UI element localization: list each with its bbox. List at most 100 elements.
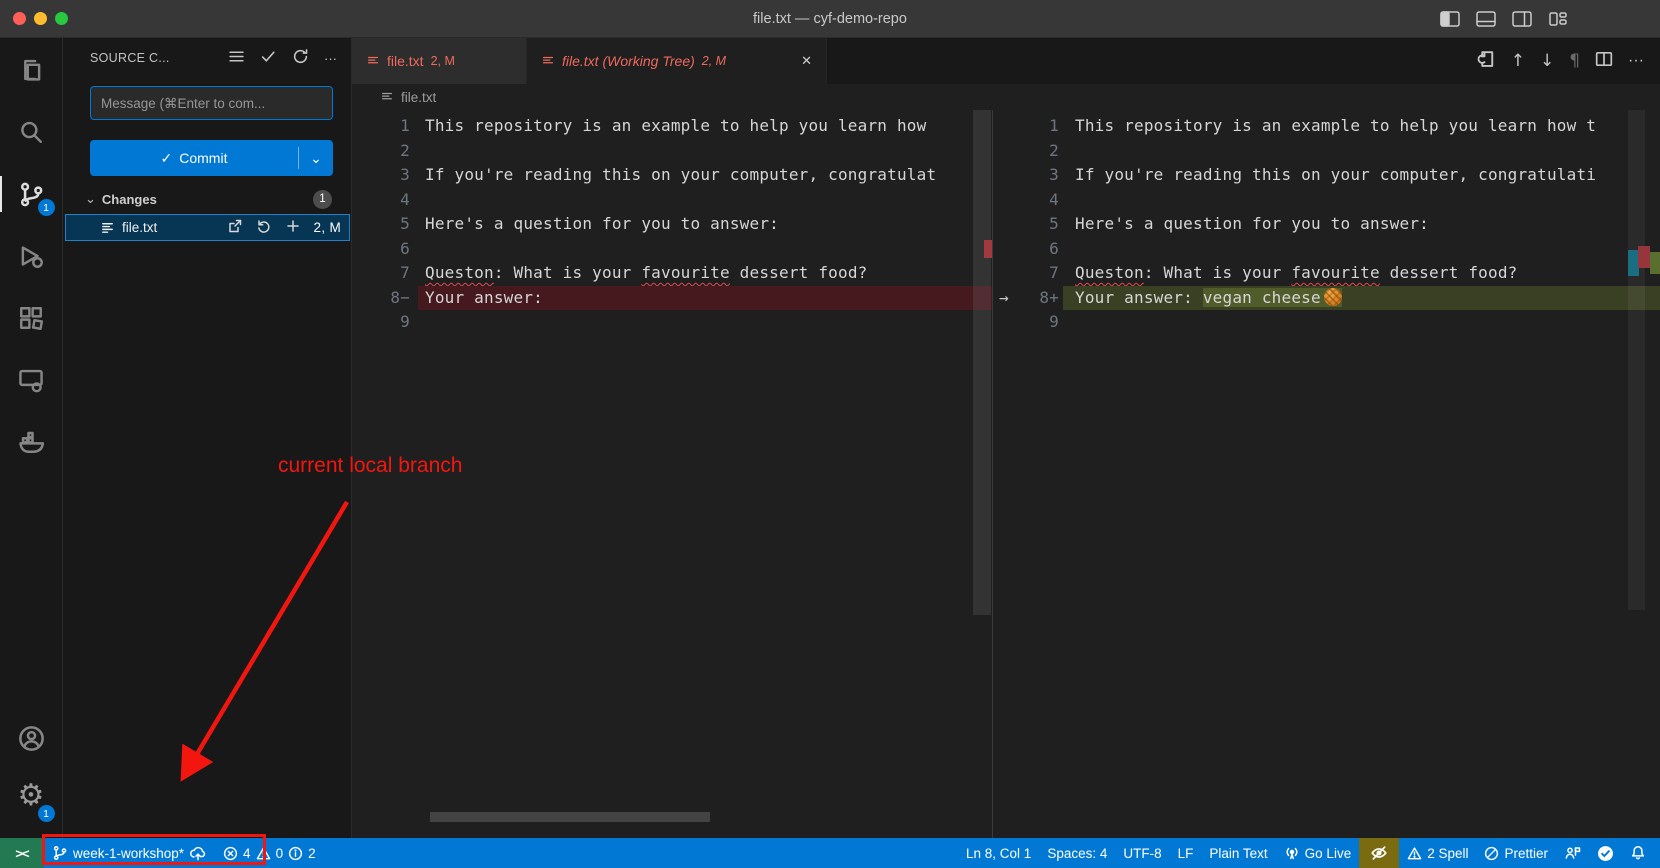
close-tab-icon[interactable]: ✕ [801,53,812,69]
branch-indicator[interactable]: week-1-workshop* [44,838,215,868]
code-line[interactable]: 3If you're reading this on your computer… [993,163,1660,188]
file-icon [541,54,555,68]
feedback-icon[interactable] [1556,838,1589,868]
code-line[interactable]: 4 [993,188,1660,213]
info-icon [288,846,303,861]
line-number: 9 [352,310,418,335]
code-line[interactable]: 9 [352,310,992,335]
settings-gear-icon[interactable]: ⚙ 1 [0,776,63,824]
code-line[interactable]: 7Queston: What is your favourite dessert… [352,261,992,286]
sync-check-icon[interactable] [1589,838,1622,868]
code-line[interactable]: 3If you're reading this on your computer… [352,163,992,188]
accounts-icon[interactable] [0,714,63,762]
code-line[interactable]: 6 [352,237,992,262]
breadcrumb-file: file.txt [401,90,436,105]
next-change-icon[interactable]: ↓ [1540,51,1554,71]
changes-section-header[interactable]: ⌄ Changes 1 [63,186,352,212]
settings-badge: 1 [38,805,55,822]
status-bar: >< week-1-workshop* 4 0 2 Ln 8, Col 1 Sp… [0,838,1660,868]
line-number: 1 [352,114,418,139]
code-line[interactable]: 1This repository is an example to help y… [352,114,992,139]
indentation[interactable]: Spaces: 4 [1039,838,1115,868]
commit-dropdown-chevron[interactable]: ⌄ [299,150,333,167]
customize-layout-icon[interactable] [1548,11,1568,27]
window-title: file.txt — cyf-demo-repo [0,11,1660,27]
tab-file-txt[interactable]: file.txt 2, M [352,38,527,84]
overview-deleted-mark [984,240,992,258]
right-scrollbar[interactable] [1628,110,1645,610]
source-control-sidebar: SOURCE C... ··· ✓ Commit [63,38,352,838]
changed-file-row[interactable]: file.txt 2, M [65,214,350,241]
editor-more-actions-icon[interactable]: ··· [1628,52,1644,70]
prettier-status[interactable]: Prettier [1476,838,1556,868]
code-line[interactable]: 7Queston: What is your favourite dessert… [993,261,1660,286]
more-actions-icon[interactable]: ··· [324,51,337,66]
line-content [418,188,992,213]
code-line[interactable]: 8−Your answer: [352,286,992,311]
code-line[interactable]: →8+Your answer: vegan cheese [993,286,1660,311]
toggle-primary-sidebar-icon[interactable] [1440,11,1460,27]
code-line[interactable]: 5Here's a question for you to answer: [993,212,1660,237]
line-content: Here's a question for you to answer: [418,212,992,237]
breadcrumbs[interactable]: file.txt [352,84,1660,110]
run-debug-icon[interactable] [0,232,63,280]
commit-message-input[interactable] [90,86,333,120]
remote-explorer-icon[interactable] [0,356,63,404]
line-number: 9 [1017,310,1063,335]
explorer-icon[interactable] [0,46,63,94]
docker-icon[interactable] [0,418,63,466]
cursor-position[interactable]: Ln 8, Col 1 [958,838,1039,868]
stage-changes-icon[interactable] [285,218,301,237]
problems-indicator[interactable]: 4 0 2 [215,838,324,868]
extensions-icon[interactable] [0,294,63,342]
line-content: If you're reading this on your computer,… [1063,163,1660,188]
source-control-icon[interactable]: 1 [0,170,63,218]
open-changes-icon[interactable] [1476,49,1496,74]
left-scrollbar[interactable] [973,110,991,615]
code-line[interactable]: 5Here's a question for you to answer: [352,212,992,237]
code-text: dessert food? [1380,263,1518,282]
hidden-eye-status[interactable] [1359,838,1399,868]
check-icon: ✓ [161,150,173,167]
vscode-window: file.txt — cyf-demo-repo 1 [0,0,1660,868]
refresh-icon[interactable] [292,48,309,68]
misspelled-word: Queston [1075,263,1144,282]
previous-change-icon[interactable]: ↑ [1511,51,1525,71]
go-live-button[interactable]: Go Live [1276,838,1360,868]
remote-indicator[interactable]: >< [0,838,44,868]
code-line[interactable]: 2 [352,139,992,164]
revert-arrow-icon[interactable]: → [993,286,1017,311]
eol-sequence[interactable]: LF [1170,838,1202,868]
render-whitespace-icon[interactable]: ¶ [1569,51,1580,71]
split-editor-icon[interactable] [1595,50,1613,73]
revert-arrow-slot [993,310,1017,335]
spell-checker-status[interactable]: 2 Spell [1399,838,1476,868]
encoding[interactable]: UTF-8 [1115,838,1169,868]
title-bar: file.txt — cyf-demo-repo [0,0,1660,38]
code-line[interactable]: 9 [993,310,1660,335]
view-as-list-icon[interactable] [228,48,245,68]
misspelled-word: favourite [641,263,730,282]
horizontal-scrollbar[interactable] [430,812,710,822]
code-line[interactable]: 2 [993,139,1660,164]
open-file-icon[interactable] [227,218,243,237]
discard-changes-icon[interactable] [256,218,272,237]
code-line[interactable]: 1This repository is an example to help y… [993,114,1660,139]
notifications-bell-icon[interactable] [1622,838,1654,868]
revert-arrow-slot [993,237,1017,262]
commit-check-icon[interactable] [260,48,277,68]
code-line[interactable]: 6 [993,237,1660,262]
toggle-secondary-sidebar-icon[interactable] [1512,11,1532,27]
revert-arrow-slot [993,163,1017,188]
revert-arrow-slot [993,139,1017,164]
revert-arrow-slot [993,188,1017,213]
commit-button[interactable]: ✓ Commit ⌄ [90,140,333,176]
slash-circle-icon [1484,846,1499,861]
toggle-panel-icon[interactable] [1476,11,1496,27]
misspelled-word: favourite [1291,263,1380,282]
search-icon[interactable] [0,108,63,156]
tab-file-txt-working-tree[interactable]: file.txt (Working Tree) 2, M ✕ [527,38,827,84]
language-mode[interactable]: Plain Text [1201,838,1275,868]
code-line[interactable]: 4 [352,188,992,213]
warning-triangle-icon [1407,846,1422,861]
